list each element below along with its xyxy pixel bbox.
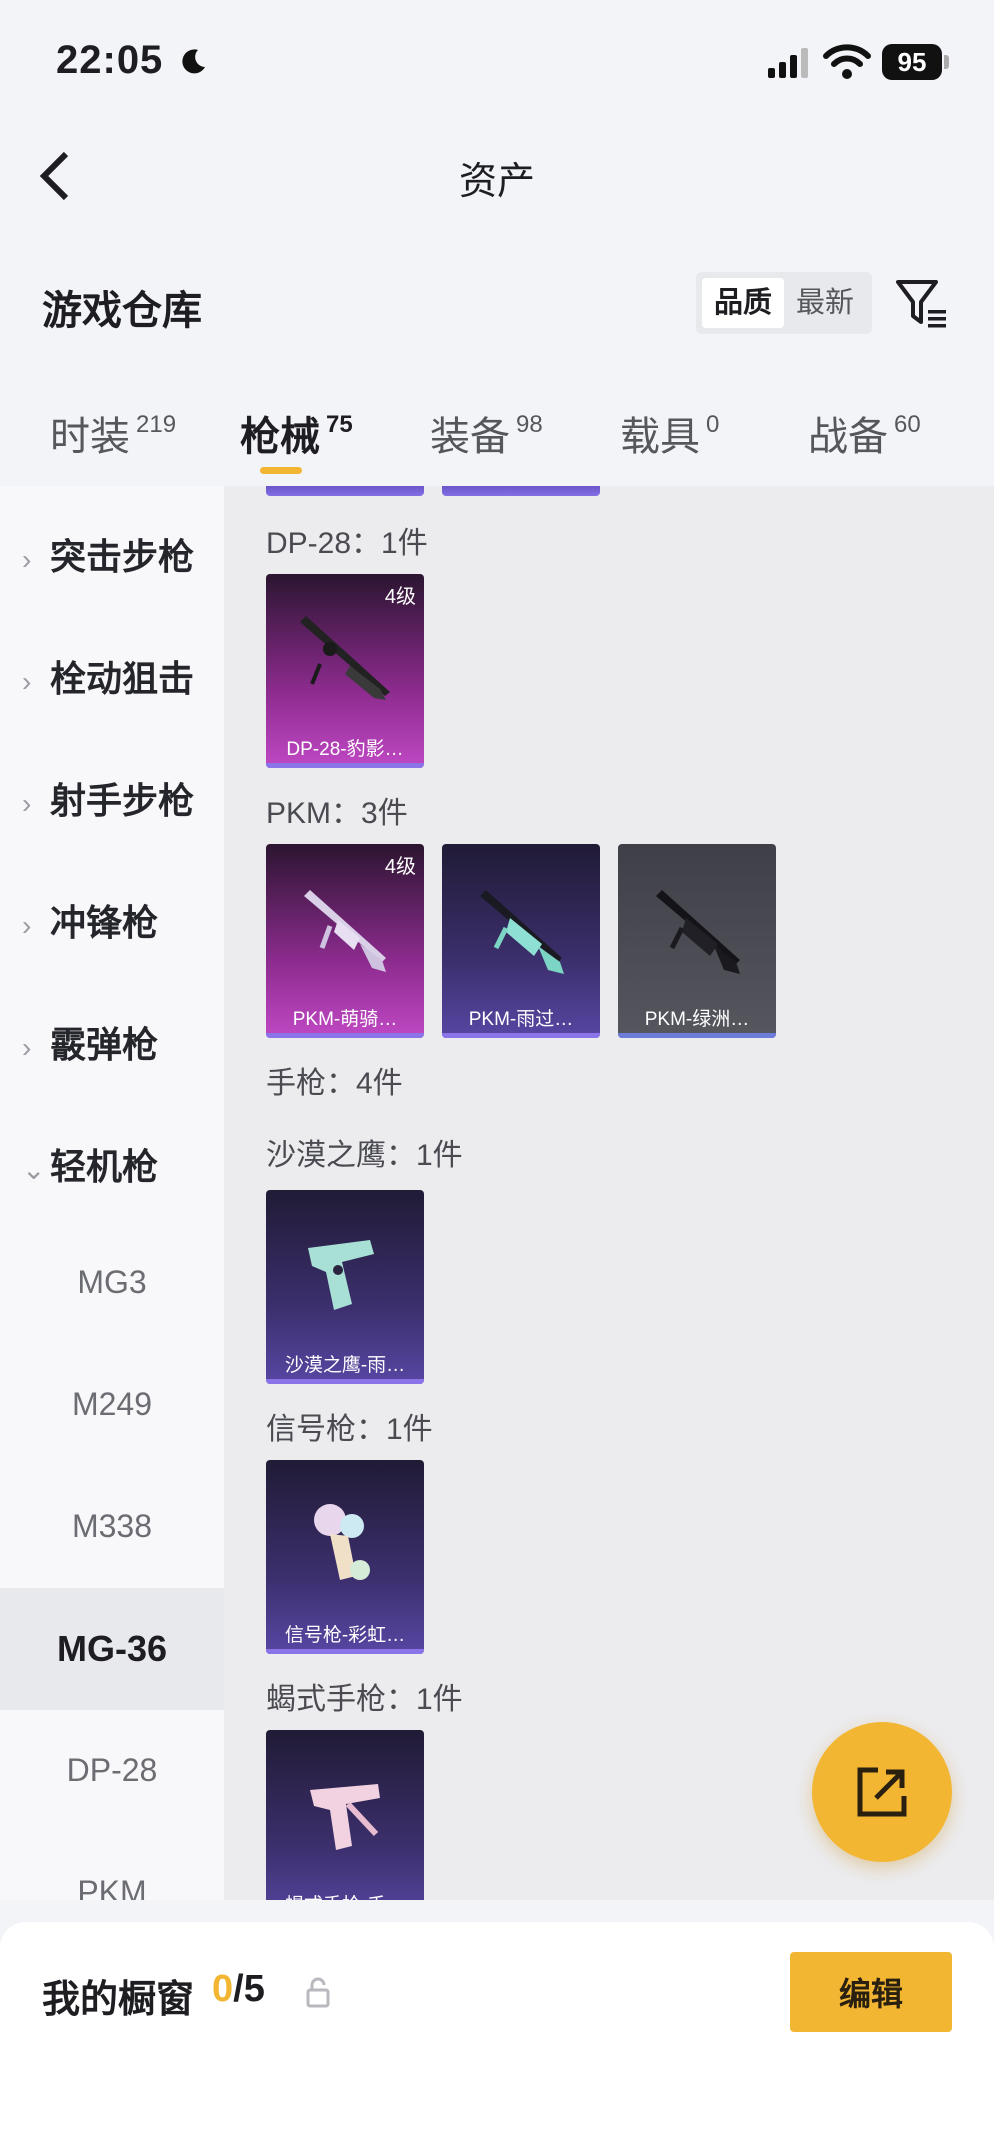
sidebar-item-shotgun[interactable]: › 霰弹枪: [22, 1016, 158, 1068]
item-grid: DP-28：1件 4级 DP-28-豹影… PKM：3件 4级 PKM-萌骑… …: [224, 486, 994, 1900]
group-label: DP-28：1件: [266, 527, 428, 560]
card-name: PKM-萌骑…: [292, 1009, 398, 1030]
tab-equipment[interactable]: 装备 98: [430, 404, 543, 462]
signal-icon: [768, 48, 808, 78]
pistol-icon: [310, 1784, 380, 1850]
card-name: PKM-绿洲…: [644, 1009, 750, 1030]
chevron-down-icon: ⌄: [22, 1154, 46, 1185]
tab-vehicles[interactable]: 载具 0: [620, 404, 719, 462]
sidebar-subitem-mg36[interactable]: MG-36: [0, 1588, 224, 1710]
tab-firearms[interactable]: 枪械 75: [240, 404, 353, 462]
pistol-icon: [308, 1240, 374, 1310]
card-name: 信号枪-彩虹…: [284, 1625, 406, 1646]
sidebar-subitem-pkm[interactable]: PKM: [0, 1874, 224, 1900]
sort-quality-button[interactable]: 品质: [702, 278, 784, 328]
sidebar-item-marksman-rifle[interactable]: › 射手步枪: [22, 772, 194, 824]
status-time: 22:05: [56, 38, 164, 82]
category-sidebar: › 突击步枪 › 栓动狙击 › 射手步枪 › 冲锋枪 › 霰弹枪 ⌄ 轻机枪 MG3 M24…: [0, 486, 224, 1900]
machine-gun-icon: [656, 890, 740, 974]
sort-toggle: 品质 最新: [696, 272, 872, 334]
chevron-right-icon: ›: [22, 544, 32, 575]
card-rarity-bar: [442, 1033, 600, 1038]
sidebar-item-assault-rifle[interactable]: › 突击步枪: [22, 528, 194, 580]
group-label: 手枪：4件: [266, 1067, 403, 1100]
card-name: PKM-雨过…: [468, 1009, 574, 1030]
group-label: 沙漠之鹰：1件: [266, 1139, 463, 1172]
sort-latest-button[interactable]: 最新: [784, 278, 866, 328]
item-card[interactable]: 4级 PKM-萌骑…: [266, 844, 424, 1038]
card-name: 沙漠之鹰-雨…: [284, 1355, 406, 1376]
filter-icon[interactable]: [894, 276, 950, 332]
active-tab-indicator: [260, 467, 302, 474]
sidebar-item-bolt-sniper[interactable]: › 栓动狙击: [22, 650, 194, 702]
lock-icon: [306, 1977, 330, 2008]
machine-gun-icon: [480, 890, 564, 974]
card-rarity-bar: [266, 1033, 424, 1038]
machine-gun-icon: [304, 890, 386, 972]
sidebar-subitem-m338[interactable]: M338: [0, 1508, 224, 1545]
edit-button[interactable]: 编辑: [790, 1952, 952, 2032]
battery-tip: [944, 55, 949, 69]
sidebar-item-lmg[interactable]: ⌄ 轻机枪: [22, 1138, 158, 1190]
showcase-count: 0/5: [212, 1968, 265, 2010]
card-name: DP-28-豹影…: [286, 739, 404, 760]
chevron-right-icon: ›: [22, 1032, 32, 1063]
moon-icon: [182, 49, 205, 74]
group-label: 蝎式手枪：1件: [266, 1683, 463, 1716]
chevron-right-icon: ›: [22, 666, 32, 697]
tab-fashion[interactable]: 时装 219: [50, 404, 176, 462]
battery-icon: 95: [882, 44, 942, 80]
share-button[interactable]: [812, 1722, 952, 1862]
group-label: PKM：3件: [266, 797, 408, 830]
showcase-label: 我的橱窗: [42, 1979, 195, 2021]
card-stub[interactable]: [266, 486, 424, 496]
card-rarity-bar: [618, 1033, 776, 1038]
item-card[interactable]: 4级 DP-28-豹影…: [266, 574, 424, 768]
item-card[interactable]: 沙漠之鹰-雨…: [266, 1190, 424, 1384]
card-name: 蝎式手枪-千…: [266, 1890, 424, 1900]
card-rarity-bar: [266, 1379, 424, 1384]
item-card[interactable]: 信号枪-彩虹…: [266, 1460, 424, 1654]
share-icon: [857, 1767, 907, 1817]
group-label: 信号枪：1件: [266, 1413, 433, 1446]
sidebar-item-smg[interactable]: › 冲锋枪: [22, 894, 158, 946]
page-title: 资产: [458, 161, 535, 203]
chevron-right-icon: ›: [22, 788, 32, 819]
item-card[interactable]: PKM-雨过…: [442, 844, 600, 1038]
sidebar-subitem-mg3[interactable]: MG3: [0, 1264, 224, 1301]
machine-gun-icon: [300, 616, 390, 700]
flare-gun-icon: [314, 1504, 370, 1580]
sidebar-subitem-dp28[interactable]: DP-28: [0, 1752, 224, 1789]
chevron-right-icon: ›: [22, 910, 32, 941]
warehouse-title: 游戏仓库: [42, 289, 202, 333]
tab-supplies[interactable]: 战备 60: [808, 404, 921, 462]
wifi-icon: [823, 44, 871, 79]
sidebar-subitem-m249[interactable]: M249: [0, 1386, 224, 1423]
item-card[interactable]: PKM-绿洲…: [618, 844, 776, 1038]
card-rarity-bar: [266, 763, 424, 768]
card-stub[interactable]: [442, 486, 600, 496]
card-rarity-bar: [266, 1649, 424, 1654]
item-card[interactable]: 蝎式手枪-千…: [266, 1730, 424, 1900]
